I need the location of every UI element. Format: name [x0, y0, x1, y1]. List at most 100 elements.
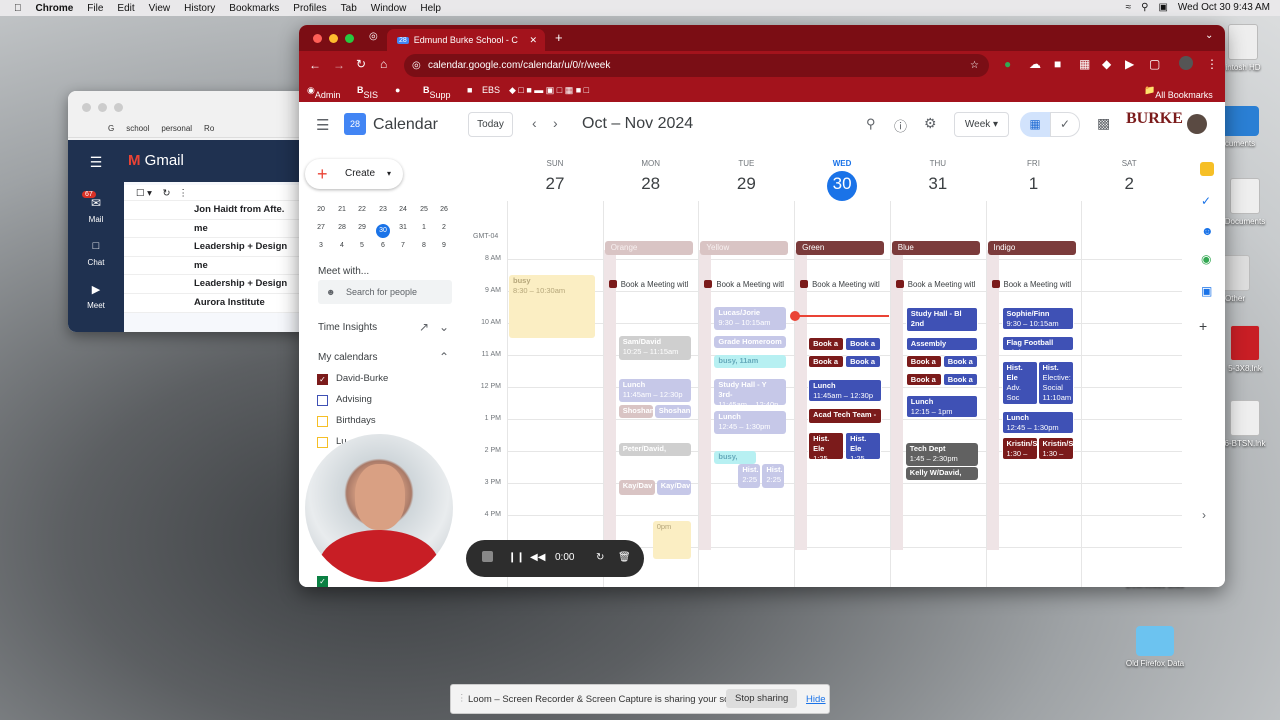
desktop-icon-firefox-data[interactable]: Old Firefox Data — [1120, 626, 1190, 668]
extension-icon[interactable]: ▦ — [1079, 57, 1090, 71]
booking-page-event[interactable]: Book a Meeting witl — [896, 280, 980, 289]
gmail-row[interactable]: me — [124, 257, 308, 276]
zoom-icon[interactable]: ▣ — [1201, 284, 1212, 298]
calendar-event[interactable]: busy, 11am — [714, 355, 787, 369]
all-bookmarks[interactable]: 📁 All Bookmarks — [1144, 85, 1213, 100]
gmail-row[interactable]: Jon Haidt from Afte. — [124, 201, 308, 220]
chevron-down-icon[interactable]: ⌄ — [439, 320, 449, 334]
today-button[interactable]: Today — [468, 112, 513, 137]
trash-icon[interactable]: 🗑 — [618, 552, 631, 563]
mini-calendar-day[interactable]: 2 — [437, 224, 451, 231]
gmail-row[interactable]: Leadership + Design — [124, 275, 308, 294]
stop-sharing-button[interactable]: Stop sharing — [726, 689, 798, 708]
calendar-event[interactable]: Book a M — [905, 372, 942, 386]
mini-calendar-day[interactable]: 25 — [417, 206, 431, 213]
site-info-icon[interactable]: ◎ — [412, 54, 421, 77]
bookmark-ro[interactable]: Ro — [204, 124, 214, 133]
minimize-button[interactable] — [329, 34, 338, 43]
calendar-event[interactable]: Lunch 11:45am – 12:30p — [808, 379, 883, 402]
gmail-row[interactable]: me — [124, 220, 308, 239]
bookmark-supp[interactable]: B Supp — [423, 85, 451, 100]
calendar-event[interactable]: Study Hall - Bl 2nd9:30 – 10:20am — [905, 307, 978, 332]
gmail-row[interactable]: Aurora Institute — [124, 294, 308, 313]
hide-button[interactable]: Hide — [806, 694, 826, 705]
control-center-icon[interactable]: ▣ — [1158, 2, 1167, 13]
minimize-dot[interactable] — [98, 103, 107, 112]
insights-chart-icon[interactable]: ↗ — [419, 320, 429, 334]
day-number[interactable]: 28 — [636, 171, 666, 201]
mini-calendar-day[interactable]: 29 — [355, 224, 369, 231]
menu-app-name[interactable]: Chrome — [36, 3, 74, 14]
calendar-event[interactable]: Sam/David 10:25 – 11:15am — [618, 335, 691, 361]
calendar-event[interactable]: Book a M — [845, 337, 882, 351]
bookmark-g[interactable]: G — [108, 124, 114, 133]
tab-close-icon[interactable]: ✕ — [529, 35, 537, 46]
menu-window[interactable]: Window — [371, 3, 407, 14]
calendar-checkbox[interactable]: ✓ — [317, 374, 328, 385]
booking-page-event[interactable]: Book a Meeting witl — [992, 280, 1076, 289]
time-insights-heading[interactable]: Time Insights — [318, 322, 377, 333]
calendar-event[interactable]: Lunch 11:45am – 12:30p — [618, 379, 691, 402]
wifi-icon[interactable]: ≈ — [1126, 2, 1132, 13]
all-day-event[interactable]: Green — [796, 241, 885, 255]
day-header-fri[interactable]: FRI 1 — [986, 149, 1082, 201]
mini-calendar-day[interactable]: 26 — [437, 206, 451, 213]
close-dot[interactable] — [82, 103, 91, 112]
mini-calendar-day[interactable]: 1 — [417, 224, 431, 231]
menu-help[interactable]: Help — [420, 3, 441, 14]
create-button[interactable]: + Create ▾ — [305, 159, 403, 189]
calendar-event[interactable]: Shoshan — [654, 404, 691, 418]
calendar-event[interactable]: Peter/David, 1:45p — [618, 443, 691, 457]
help-icon[interactable]: ⓘ — [894, 116, 907, 135]
account-avatar[interactable] — [1187, 114, 1207, 134]
tab-search-icon[interactable]: ⌄ — [1205, 30, 1213, 41]
rail-chat-label[interactable]: Chat — [68, 258, 124, 267]
menubar-clock[interactable]: Wed Oct 30 9:43 AM — [1178, 2, 1270, 13]
calendar-event[interactable]: Kay/Dav — [656, 479, 691, 495]
menu-file[interactable]: File — [87, 3, 103, 14]
tasks-view-toggle-icon[interactable]: ✓ — [1050, 112, 1080, 137]
tasks-icon[interactable]: ✓ — [1201, 194, 1211, 208]
prev-week-icon[interactable]: ‹ — [532, 115, 537, 131]
calendar-logo-icon[interactable]: 28 — [344, 113, 366, 135]
mini-calendar-day[interactable]: 27 — [314, 224, 328, 231]
home-icon[interactable]: ⌂ — [380, 57, 387, 71]
calendar-event[interactable]: Grade Homeroom - — [714, 335, 787, 348]
calendar-event[interactable]: Tech Dept 1:45 – 2:30pm — [905, 443, 978, 466]
calendar-event[interactable]: Flag Football Club — [1001, 335, 1074, 351]
gmail-row[interactable]: Leadership + Design — [124, 238, 308, 257]
day-number[interactable]: 29 — [731, 171, 761, 201]
background-browser-window[interactable]: G school personal Ro ☰ ✉ 67 Mail □ Chat … — [68, 91, 308, 332]
mini-calendar-day[interactable]: 22 — [355, 206, 369, 213]
calendar-checkbox[interactable] — [317, 395, 328, 406]
mini-calendar-day[interactable]: 23 — [376, 206, 390, 213]
day-header-wed[interactable]: WED 30 — [794, 149, 890, 201]
calendar-event[interactable]: 0pm — [652, 521, 691, 560]
search-icon[interactable]: ⚲ — [866, 116, 876, 132]
chevron-up-icon[interactable]: ⌃ — [439, 350, 449, 364]
menu-bookmarks[interactable]: Bookmarks — [229, 3, 279, 14]
back-icon[interactable]: ← — [309, 58, 321, 72]
mini-calendar-day[interactable]: 30 — [376, 224, 390, 238]
calendar-event[interactable]: Kay/Dav — [618, 479, 655, 495]
search-icon[interactable]: ⚲ — [1141, 2, 1148, 13]
day-header-thu[interactable]: THU 31 — [890, 149, 986, 201]
day-number[interactable]: 1 — [1019, 171, 1049, 201]
mini-calendar-day[interactable]: 24 — [396, 206, 410, 213]
extension-icon[interactable]: ◆ — [1102, 57, 1111, 71]
menu-profiles[interactable]: Profiles — [293, 3, 326, 14]
apps-grid-icon[interactable]: ▩ — [1097, 115, 1110, 132]
calendar-event[interactable]: Study Hall - Y 3rd- 11:45am – 12:40p — [714, 379, 787, 406]
mini-calendar-day[interactable]: 5 — [355, 242, 369, 249]
menu-edit[interactable]: Edit — [117, 3, 134, 14]
new-tab-icon[interactable]: + — [555, 30, 563, 45]
all-day-event[interactable]: Indigo — [987, 241, 1076, 255]
zoom-button[interactable] — [345, 34, 354, 43]
mini-calendar-day[interactable]: 8 — [417, 242, 431, 249]
gmail-logo[interactable]: M Gmail — [128, 152, 184, 169]
calendar-event[interactable]: Book a M — [808, 337, 845, 351]
mini-calendar-day[interactable]: 6 — [376, 242, 390, 249]
mini-calendar-day[interactable]: 7 — [396, 242, 410, 249]
bookmark-icon[interactable]: ◆ □ ■ ▬ ▣ □ ▦ ■ □ — [509, 85, 589, 96]
calendar-event[interactable]: Kelly W/David, 2:3 — [905, 467, 978, 481]
